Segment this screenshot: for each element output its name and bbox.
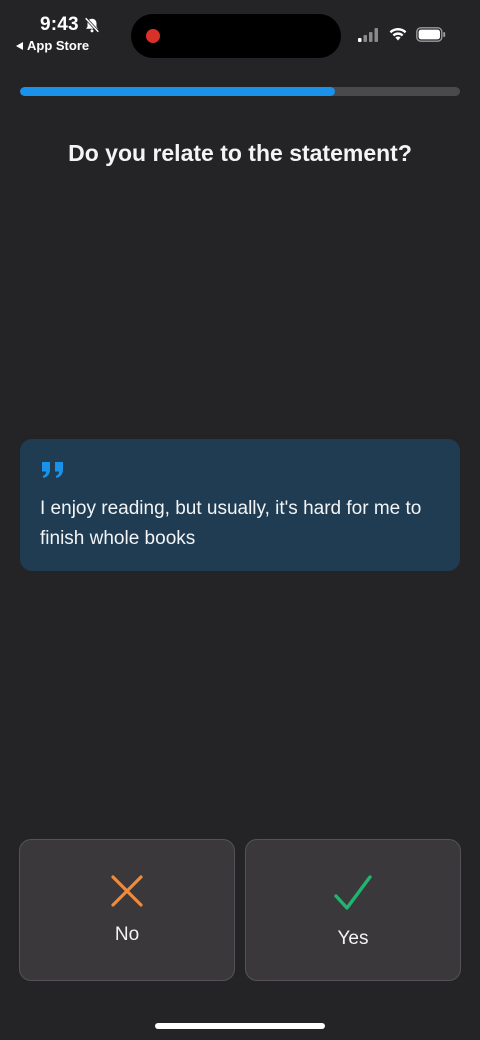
bell-slash-icon — [84, 17, 100, 33]
time-text: 9:43 — [40, 14, 79, 35]
recording-dot-icon — [146, 29, 160, 43]
quote-icon — [42, 462, 63, 478]
back-arrow-icon — [16, 41, 23, 50]
wifi-icon — [389, 28, 407, 41]
back-to-app-store[interactable]: App Store — [16, 38, 89, 53]
yes-label: Yes — [337, 928, 369, 949]
checkmark-icon — [334, 875, 372, 910]
status-icons — [358, 27, 446, 42]
no-label: No — [114, 924, 140, 945]
cellular-signal-icon — [358, 27, 378, 42]
back-label: App Store — [27, 38, 90, 53]
progress-fill — [20, 87, 335, 96]
status-time: 9:43 — [40, 14, 101, 36]
statement-card: I enjoy reading, but usually, it's hard … — [20, 439, 460, 571]
home-indicator[interactable] — [155, 1023, 325, 1029]
progress-bar — [20, 87, 460, 96]
x-icon — [111, 875, 143, 907]
no-button[interactable]: No — [19, 839, 235, 981]
screen: 9:43 App Store Do you relate to the stat… — [0, 0, 480, 1040]
battery-icon — [416, 27, 446, 42]
statement-text: I enjoy reading, but usually, it's hard … — [40, 498, 422, 549]
yes-button[interactable]: Yes — [245, 839, 461, 981]
dynamic-island — [131, 14, 341, 58]
question-title: Do you relate to the statement? — [68, 140, 412, 166]
